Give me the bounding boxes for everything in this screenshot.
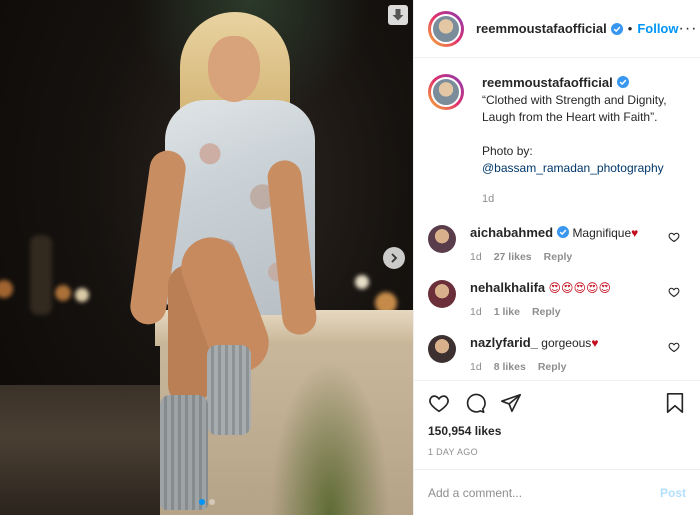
- commenter-avatar[interactable]: [428, 335, 456, 363]
- verified-badge-icon: [610, 22, 623, 35]
- username-link[interactable]: reemmoustafaofficial: [476, 21, 607, 36]
- verified-badge-icon: [557, 226, 570, 238]
- heart-icon[interactable]: [668, 341, 680, 353]
- comment-likes[interactable]: 1 like: [494, 306, 520, 318]
- carousel-next-button[interactable]: [383, 247, 405, 269]
- commenter-username[interactable]: nazlyfarid_: [470, 335, 538, 350]
- comment-likes[interactable]: 8 likes: [494, 361, 526, 373]
- instagram-post: reemmoustafaofficial • Follow ··· reemmo…: [0, 0, 700, 515]
- carousel-indicator: [0, 499, 413, 505]
- verified-badge-icon: [616, 76, 629, 88]
- comment-emoji: 😍😍😍😍😍: [548, 281, 612, 295]
- comment-row: nazlyfarid_ gorgeous♥ 1d 8 likes Reply: [428, 335, 686, 373]
- share-icon[interactable]: [500, 392, 522, 414]
- heart-icon[interactable]: [668, 231, 680, 243]
- download-button[interactable]: [388, 5, 408, 25]
- comment-age: 1d: [470, 361, 482, 373]
- post-sidebar: reemmoustafaofficial • Follow ··· reemmo…: [413, 0, 700, 515]
- commenter-username[interactable]: nehalkhalifa: [470, 280, 545, 295]
- comment-icon[interactable]: [464, 392, 486, 414]
- commenter-username[interactable]: aichabahmed: [470, 225, 553, 240]
- comment-emoji: ♥: [631, 226, 639, 240]
- comment-text: gorgeous: [541, 336, 592, 350]
- caption-username[interactable]: reemmoustafaofficial: [482, 75, 613, 90]
- caption: reemmoustafaofficial “Clothed with Stren…: [428, 74, 686, 208]
- profile-avatar[interactable]: [428, 10, 464, 47]
- heart-icon[interactable]: [428, 392, 450, 414]
- photo-credit-label: Photo by:: [482, 144, 533, 158]
- caption-avatar[interactable]: [428, 74, 464, 110]
- post-header: reemmoustafaofficial • Follow ···: [414, 0, 700, 58]
- reply-button[interactable]: Reply: [544, 251, 573, 263]
- chevron-right-icon: [391, 253, 398, 263]
- comment-age: 1d: [470, 251, 482, 263]
- bookmark-icon[interactable]: [664, 392, 686, 414]
- comment-row: aichabahmed Magnifique♥ 1d 27 likes Reply: [428, 225, 686, 263]
- reply-button[interactable]: Reply: [532, 306, 561, 318]
- comment-likes[interactable]: 27 likes: [494, 251, 532, 263]
- commenter-avatar[interactable]: [428, 280, 456, 308]
- likes-count[interactable]: 150,954 likes: [428, 424, 686, 438]
- reply-button[interactable]: Reply: [538, 361, 567, 373]
- caption-text: “Clothed with Strength and Dignity, Laug…: [482, 93, 667, 124]
- carousel-dot: [198, 499, 205, 505]
- heart-icon[interactable]: [668, 286, 680, 298]
- comment-row: nehalkhalifa 😍😍😍😍😍 1d 1 like Reply: [428, 280, 686, 318]
- caption-age: 1d: [482, 193, 495, 205]
- add-comment-bar: Post: [414, 469, 700, 515]
- comment-age: 1d: [470, 306, 482, 318]
- post-photo[interactable]: [0, 0, 413, 515]
- photographer-mention-link[interactable]: @bassam_ramadan_photography: [482, 161, 664, 175]
- comment-text: Magnifique: [572, 226, 632, 240]
- comment-input[interactable]: [428, 485, 660, 500]
- post-timestamp: 1 DAY AGO: [428, 447, 478, 457]
- more-options-icon[interactable]: ···: [679, 20, 698, 38]
- action-bar: 150,954 likes 1 DAY AGO: [414, 380, 700, 469]
- comment-emoji: ♥: [591, 336, 599, 350]
- commenter-avatar[interactable]: [428, 225, 456, 253]
- comments-section: reemmoustafaofficial “Clothed with Stren…: [414, 58, 700, 380]
- follow-button[interactable]: Follow: [637, 21, 678, 36]
- post-comment-button[interactable]: Post: [660, 486, 686, 500]
- carousel-dot: [208, 499, 215, 505]
- download-icon: [392, 9, 404, 21]
- separator: •: [627, 21, 633, 36]
